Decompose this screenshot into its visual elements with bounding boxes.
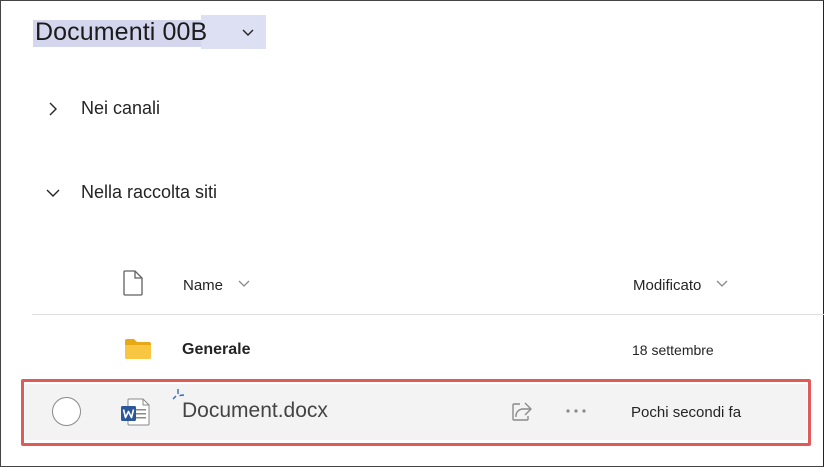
chevron-down-icon	[716, 280, 728, 287]
section-label: Nei canali	[81, 98, 161, 118]
file-icon	[123, 270, 143, 296]
title-dropdown-highlight	[201, 15, 266, 49]
item-modified: 18 settembre	[632, 342, 714, 358]
column-header-label: Name	[183, 277, 224, 294]
table-row[interactable]: Document.docx Pochi secondi fa	[25, 384, 807, 440]
table-row[interactable]: Generale 18 settembre	[32, 320, 824, 378]
folder-icon	[125, 339, 151, 359]
section-nei-canali[interactable]: Nei canali	[46, 98, 160, 119]
more-actions-button[interactable]	[556, 397, 596, 425]
more-options-icon	[566, 409, 586, 413]
chevron-down-icon	[46, 189, 60, 197]
item-modified: Pochi secondi fa	[631, 404, 742, 421]
row-select-radio[interactable]	[52, 397, 81, 426]
column-header-modified[interactable]: Modificato	[633, 277, 729, 294]
section-nella-raccolta-siti[interactable]: Nella raccolta siti	[46, 182, 217, 203]
header-divider	[32, 314, 824, 315]
share-icon	[512, 402, 532, 421]
item-name-link[interactable]: Generale	[182, 341, 250, 359]
word-doc-icon	[121, 398, 150, 426]
section-label: Nella raccolta siti	[81, 182, 218, 202]
item-name-link[interactable]: Document.docx	[182, 399, 328, 423]
library-title-dropdown[interactable]: Documenti 00B	[33, 15, 266, 49]
chevron-down-icon[interactable]	[240, 24, 256, 40]
column-header-label: Modificato	[633, 277, 702, 294]
chevron-right-icon	[49, 102, 57, 115]
share-button[interactable]	[508, 397, 536, 425]
column-header-name[interactable]: Name	[183, 277, 251, 294]
page-title: Documenti 00B	[35, 17, 208, 46]
chevron-down-icon	[238, 280, 250, 287]
